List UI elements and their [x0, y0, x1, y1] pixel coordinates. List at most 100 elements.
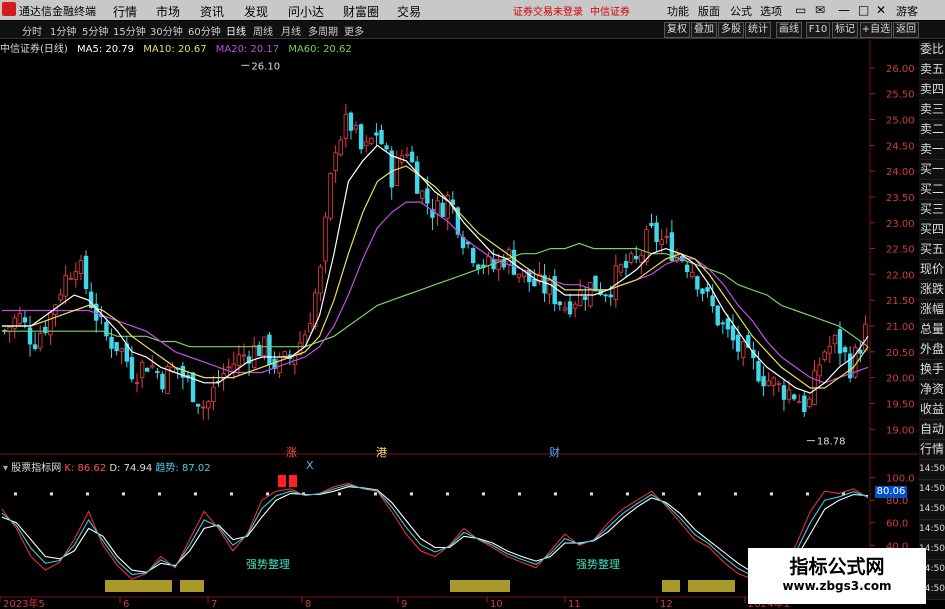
sidebar-tab[interactable]: 卖一 [919, 140, 945, 160]
indicator-header: ▾ 股票指标网 K: 86.62 D: 74.94 趋势: 87.02 [3, 459, 211, 474]
low-marker-label: 18.78 [817, 437, 846, 448]
candle-body [43, 326, 48, 334]
sidebar-tab[interactable]: 涨幅 [919, 300, 945, 320]
candle-body [506, 249, 512, 265]
sidebar-tab[interactable]: 卖三 [919, 100, 945, 120]
event-mark-1[interactable]: 涨 [286, 444, 297, 460]
sidebar-tab[interactable]: 委比 [919, 40, 945, 60]
candle-body [358, 124, 364, 150]
ind-y-tick-label: 100.0 [886, 474, 915, 485]
candle-body [690, 271, 695, 278]
sidebar-tab[interactable]: 买一 [919, 160, 945, 180]
candle-body [139, 361, 145, 378]
sidebar-tab[interactable]: 卖四 [919, 80, 945, 100]
ind-dot [50, 492, 53, 496]
oversold-band [688, 580, 735, 592]
candle-body [379, 130, 384, 145]
y-tick-label: 25.50 [886, 90, 915, 101]
candle-body [730, 325, 736, 341]
y-tick-label: 21.00 [886, 322, 915, 333]
candle-body [104, 321, 109, 337]
sidebar-tab[interactable]: 买二 [919, 180, 945, 200]
candle-body [236, 354, 242, 366]
sidebar-tab[interactable]: 14:50 [919, 460, 945, 480]
candle-body [720, 322, 726, 325]
candle-body [343, 113, 349, 139]
signal-marker [278, 475, 286, 487]
indicator-name[interactable]: 股票指标网 [11, 463, 61, 474]
ind-dot [194, 492, 197, 496]
sidebar-tab[interactable]: 自动 [919, 420, 945, 440]
candle-body [425, 188, 430, 204]
candle-body [435, 200, 440, 215]
candle-body [562, 307, 568, 311]
candle-body [756, 361, 761, 382]
sidebar-tab[interactable]: 收益 [919, 400, 945, 420]
sidebar-tab[interactable]: 总量 [919, 320, 945, 340]
sidebar-tab[interactable]: 外盘 [919, 340, 945, 360]
candle-body [786, 389, 792, 400]
sidebar-tab[interactable]: 换手 [919, 360, 945, 380]
d-line [1, 486, 869, 578]
sidebar-tab[interactable]: 卖五 [919, 60, 945, 80]
candle-body [364, 141, 369, 147]
candle-body [404, 153, 410, 156]
sidebar-tab[interactable]: 涨跌 [919, 280, 945, 300]
candle-body [251, 345, 257, 369]
candle-body [73, 270, 79, 280]
high-marker-label: 26.10 [251, 61, 280, 72]
candle-body [567, 301, 573, 315]
candle-body [807, 398, 812, 408]
sidebar-tab[interactable]: 买四 [919, 220, 945, 240]
ind-dot [590, 492, 593, 496]
sidebar-tab[interactable]: 净资 [919, 380, 945, 400]
candle-body [83, 255, 89, 289]
sidebar-tab[interactable]: 买三 [919, 200, 945, 220]
candle-body [114, 342, 119, 352]
candle-body [710, 295, 715, 307]
indicator-current-label: 80.06 [875, 486, 907, 498]
y-tick-label: 19.00 [886, 425, 915, 436]
sidebar-tab[interactable]: 14:50 [919, 480, 945, 500]
ind-dot [374, 492, 377, 496]
candle-body [740, 341, 746, 359]
sidebar-tab[interactable]: 买五 [919, 240, 945, 260]
candle-body [409, 151, 415, 163]
candle-body [471, 248, 476, 264]
oversold-band [105, 580, 172, 592]
candle-body [705, 287, 710, 292]
indicator-x-mark: X [306, 459, 314, 472]
kline-chart[interactable]: 26.10 18.78 26.00 25.50 25.00 24.50 24.00 23.5… [0, 0, 945, 609]
event-mark-2[interactable]: 港 [376, 444, 387, 460]
event-mark-3[interactable]: 财 [549, 444, 560, 460]
sidebar-tab[interactable]: 14:50 [919, 500, 945, 520]
indicator-toggle-icon[interactable]: ▾ [3, 463, 8, 474]
ind-dot [158, 492, 161, 496]
candle-body [226, 366, 231, 369]
sidebar-tab[interactable]: 卖二 [919, 120, 945, 140]
ind-dot [122, 492, 125, 496]
y-tick-label: 22.50 [886, 245, 915, 256]
candle-body [190, 372, 196, 403]
candle-body [623, 261, 629, 268]
candle-body [78, 260, 84, 275]
candle-body [394, 157, 399, 187]
watermark-url: www.zbgs3.com [782, 579, 892, 593]
quote-sidebar: 委比 卖五 卖四 卖三 卖二 卖一 买一 买二 买三 买四 买五 现价 涨跌 涨幅 总量 外盘 换手 净资 收益 自动… [919, 40, 945, 600]
candle-body [695, 276, 700, 290]
sidebar-tab[interactable]: 14:50 [919, 520, 945, 540]
candle-body [333, 152, 338, 171]
sidebar-tab[interactable]: 行情 [919, 440, 945, 460]
candle-body [613, 265, 619, 300]
watermark-title: 指标公式网 [789, 556, 885, 578]
candle-body [32, 344, 38, 350]
ind-dot [86, 492, 89, 496]
watermark: 指标公式网 www.zbgs3.com [748, 548, 926, 604]
candle-body [129, 357, 135, 380]
sidebar-tab[interactable]: 现价 [919, 260, 945, 280]
candle-body [842, 347, 848, 353]
x-axis-label: 6 [123, 599, 129, 609]
signal-marker [289, 475, 297, 487]
candle-body [659, 239, 664, 245]
y-tick-label: 26.00 [886, 64, 915, 75]
